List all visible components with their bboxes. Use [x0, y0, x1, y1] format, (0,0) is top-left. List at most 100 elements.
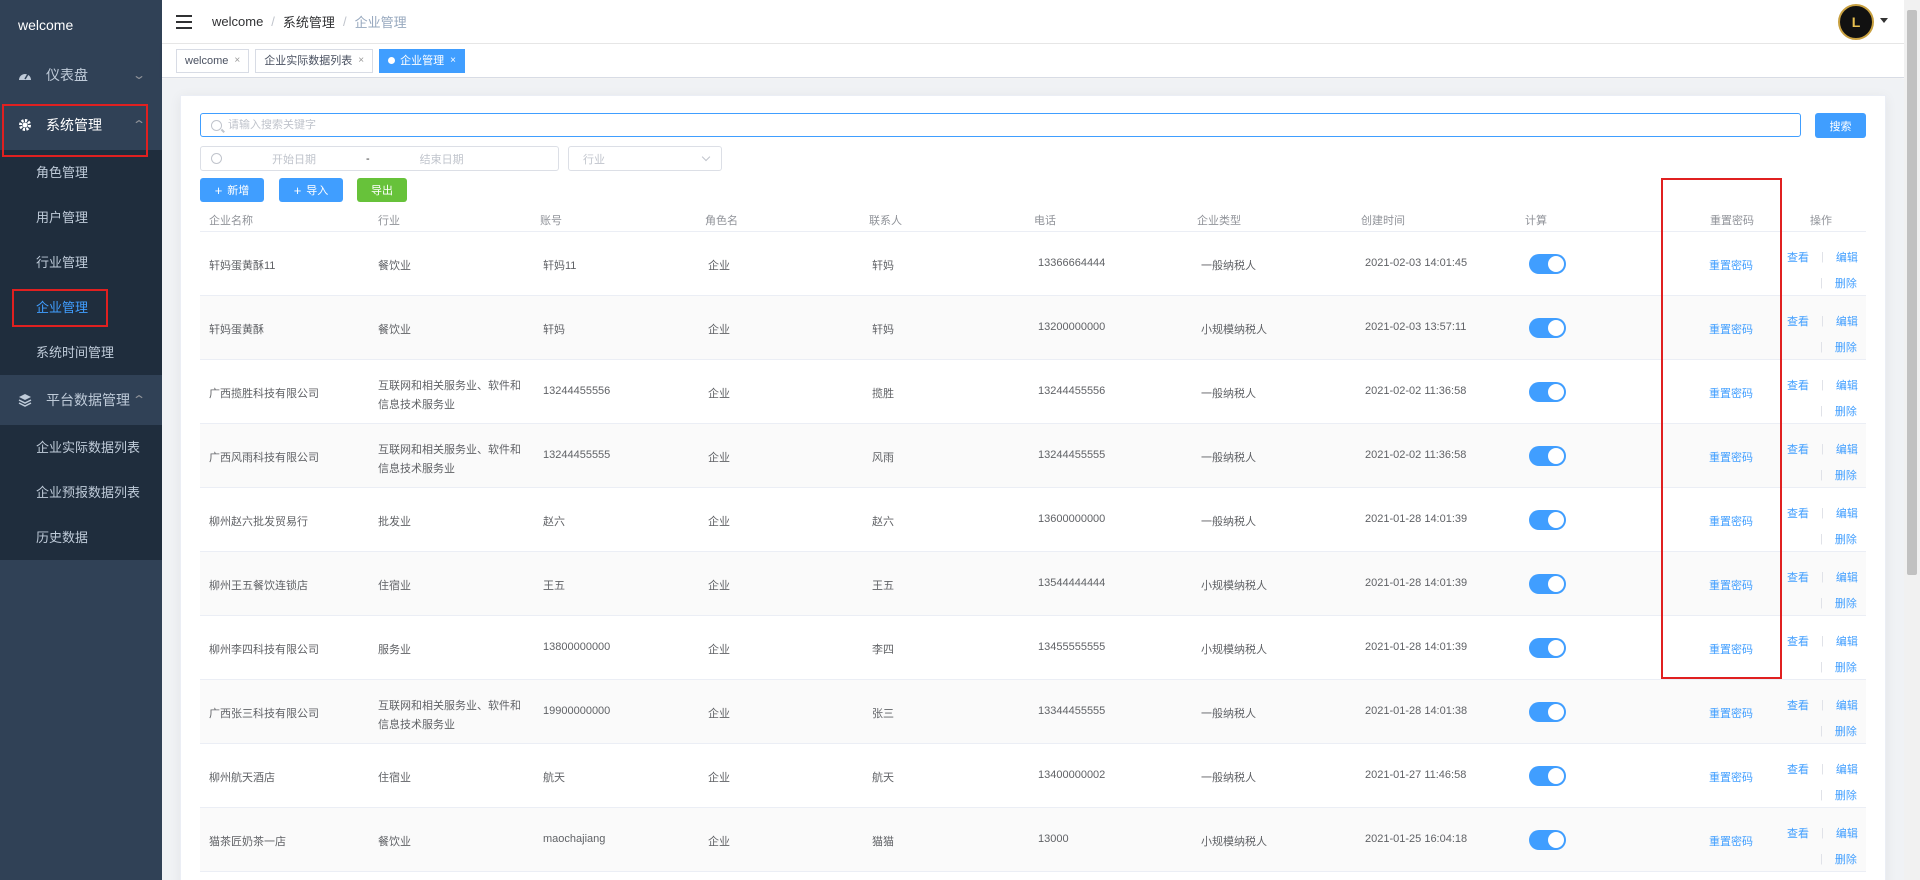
view-link[interactable]: 查看: [1787, 761, 1809, 777]
delete-link[interactable]: 删除: [1835, 531, 1857, 547]
reset-password-link[interactable]: 重置密码: [1709, 385, 1753, 401]
close-icon[interactable]: ×: [234, 50, 240, 72]
edit-link[interactable]: 编辑: [1836, 697, 1858, 713]
import-button[interactable]: + 导入: [279, 178, 343, 202]
row-actions: 查看 | 编辑: [1787, 825, 1858, 841]
calc-switch[interactable]: [1529, 574, 1566, 594]
delete-link[interactable]: 删除: [1835, 275, 1857, 291]
caret-down-icon[interactable]: [1880, 18, 1888, 23]
search-field[interactable]: [228, 119, 1728, 131]
start-date-input[interactable]: 开始日期: [272, 151, 332, 167]
reset-password-link[interactable]: 重置密码: [1709, 769, 1753, 785]
reset-password-link[interactable]: 重置密码: [1709, 321, 1753, 337]
edit-link[interactable]: 编辑: [1836, 761, 1858, 777]
cell-account: 19900000000: [543, 705, 611, 717]
reset-password-link[interactable]: 重置密码: [1709, 705, 1753, 721]
column-header: 重置密码: [1710, 215, 1754, 227]
scrollbar[interactable]: [1904, 0, 1920, 880]
delete-link[interactable]: 删除: [1835, 659, 1857, 675]
sidebar-item-system[interactable]: 系统管理 ⌃: [0, 100, 162, 150]
industry-select[interactable]: 行业: [568, 146, 722, 171]
reset-password-link[interactable]: 重置密码: [1709, 641, 1753, 657]
sidebar-item-forecast-data[interactable]: 企业预报数据列表: [0, 470, 162, 515]
calc-switch[interactable]: [1529, 318, 1566, 338]
calc-switch[interactable]: [1529, 254, 1566, 274]
cell-role: 企业: [708, 644, 730, 656]
edit-link[interactable]: 编辑: [1836, 441, 1858, 457]
action-separator: |: [1820, 533, 1823, 545]
date-range-picker[interactable]: 开始日期 - 结束日期: [200, 146, 559, 171]
scrollbar-thumb[interactable]: [1907, 10, 1917, 575]
breadcrumb-item[interactable]: welcome: [212, 14, 263, 29]
sidebar-item-system-time[interactable]: 系统时间管理: [0, 330, 162, 375]
sidebar-item-platform-data[interactable]: 平台数据管理 ⌃: [0, 375, 162, 425]
cell-created: 2021-01-28 14:01:39: [1365, 577, 1468, 589]
delete-link[interactable]: 删除: [1835, 339, 1857, 355]
delete-link[interactable]: 删除: [1835, 723, 1857, 739]
calc-switch[interactable]: [1529, 446, 1566, 466]
cell-role: 企业: [708, 260, 730, 272]
search-button[interactable]: 搜索: [1815, 113, 1866, 138]
sidebar-item-dashboard[interactable]: 仪表盘 ⌄: [0, 50, 162, 100]
sidebar-item-industries[interactable]: 行业管理: [0, 240, 162, 285]
cell-name: 柳州李四科技有限公司: [209, 644, 319, 656]
calc-switch[interactable]: [1529, 638, 1566, 658]
hamburger-icon[interactable]: [176, 14, 192, 29]
reset-password-link[interactable]: 重置密码: [1709, 833, 1753, 849]
delete-link[interactable]: 删除: [1835, 787, 1857, 803]
sidebar-item-users[interactable]: 用户管理: [0, 195, 162, 240]
view-link[interactable]: 查看: [1787, 825, 1809, 841]
row-actions: 查看 | 编辑: [1787, 761, 1858, 777]
export-button[interactable]: 导出: [357, 178, 407, 202]
view-link[interactable]: 查看: [1787, 249, 1809, 265]
close-icon[interactable]: ×: [450, 50, 456, 72]
view-link[interactable]: 查看: [1787, 313, 1809, 329]
calc-switch[interactable]: [1529, 382, 1566, 402]
layers-icon: [18, 393, 32, 407]
add-button[interactable]: + 新增: [200, 178, 264, 202]
range-separator: -: [366, 152, 370, 165]
cell-industry: 批发业: [378, 516, 411, 528]
delete-link[interactable]: 删除: [1835, 595, 1857, 611]
view-link[interactable]: 查看: [1787, 633, 1809, 649]
edit-link[interactable]: 编辑: [1836, 633, 1858, 649]
reset-password-link[interactable]: 重置密码: [1709, 577, 1753, 593]
delete-link[interactable]: 删除: [1835, 467, 1857, 483]
sidebar-item-enterprises[interactable]: 企业管理: [0, 285, 162, 330]
calc-switch[interactable]: [1529, 830, 1566, 850]
edit-link[interactable]: 编辑: [1836, 825, 1858, 841]
edit-link[interactable]: 编辑: [1836, 377, 1858, 393]
tag-enterprise[interactable]: 企业管理 ×: [379, 48, 465, 73]
edit-link[interactable]: 编辑: [1836, 505, 1858, 521]
edit-link[interactable]: 编辑: [1836, 313, 1858, 329]
calc-switch[interactable]: [1529, 510, 1566, 530]
close-icon[interactable]: ×: [358, 50, 364, 72]
calc-switch[interactable]: [1529, 766, 1566, 786]
tag-actual-data[interactable]: 企业实际数据列表 ×: [255, 48, 374, 73]
view-link[interactable]: 查看: [1787, 441, 1809, 457]
cell-account: 王五: [543, 580, 565, 592]
sidebar-item-roles[interactable]: 角色管理: [0, 150, 162, 195]
view-link[interactable]: 查看: [1787, 569, 1809, 585]
column-header: 计算: [1525, 215, 1547, 227]
sidebar-item-history[interactable]: 历史数据: [0, 515, 162, 560]
cell-phone: 13400000002: [1038, 769, 1106, 781]
column-header: 账号: [540, 215, 562, 227]
edit-link[interactable]: 编辑: [1836, 249, 1858, 265]
delete-link[interactable]: 删除: [1835, 851, 1857, 867]
breadcrumb-item[interactable]: 系统管理: [283, 12, 335, 31]
reset-password-link[interactable]: 重置密码: [1709, 257, 1753, 273]
edit-link[interactable]: 编辑: [1836, 569, 1858, 585]
view-link[interactable]: 查看: [1787, 697, 1809, 713]
view-link[interactable]: 查看: [1787, 505, 1809, 521]
reset-password-link[interactable]: 重置密码: [1709, 449, 1753, 465]
view-link[interactable]: 查看: [1787, 377, 1809, 393]
search-input[interactable]: [200, 113, 1801, 137]
avatar[interactable]: L: [1838, 4, 1874, 40]
reset-password-link[interactable]: 重置密码: [1709, 513, 1753, 529]
sidebar-item-actual-data[interactable]: 企业实际数据列表: [0, 425, 162, 470]
tag-welcome[interactable]: welcome ×: [176, 48, 250, 73]
delete-link[interactable]: 删除: [1835, 403, 1857, 419]
calc-switch[interactable]: [1529, 702, 1566, 722]
end-date-input[interactable]: 结束日期: [420, 151, 464, 167]
